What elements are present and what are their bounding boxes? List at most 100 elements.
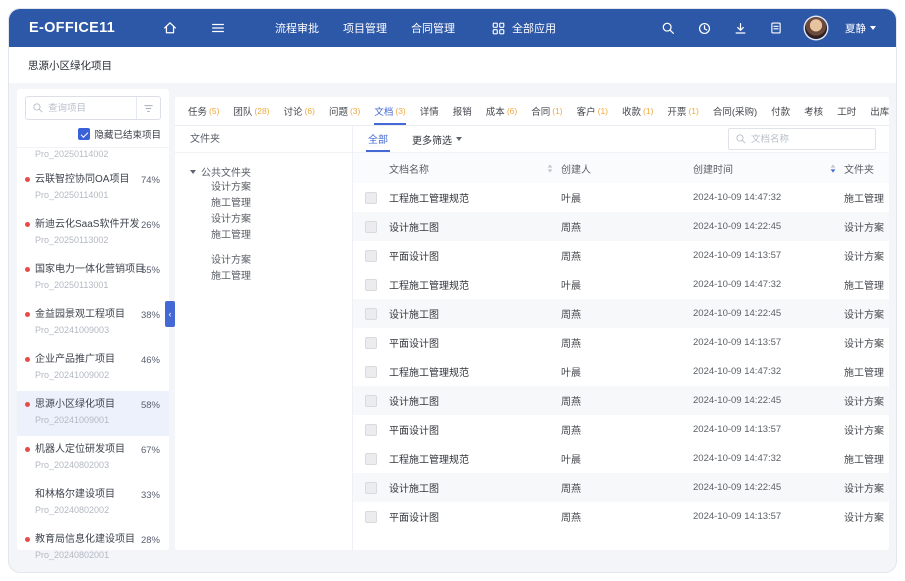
tab-合同(采购)[interactable]: 合同(采购) (713, 97, 757, 125)
sidebar-collapse-handle[interactable]: ‹ (165, 301, 175, 327)
tab-客户[interactable]: 客户(1) (577, 97, 608, 125)
doc-name-cell[interactable]: 设计施工图 (389, 393, 561, 408)
row-checkbox[interactable] (365, 482, 377, 494)
project-search-input[interactable] (48, 103, 126, 114)
tab-count: (1) (643, 106, 653, 116)
folder-cell: 设计方案 (844, 306, 889, 321)
table-row[interactable]: 工程施工管理规范叶晨2024-10-09 14:47:32施工管理 (353, 357, 889, 386)
project-list-item[interactable]: 机器人定位研发项目Pro_2024080200367% (17, 436, 169, 481)
project-list-item[interactable]: 和林格尔建设项目Pro_2024080200233% (17, 481, 169, 526)
row-checkbox[interactable] (365, 424, 377, 436)
menu-item-projects[interactable]: 项目管理 (343, 20, 387, 36)
tree-node-施工管理[interactable]: 施工管理 (211, 228, 352, 244)
table-row[interactable]: 工程施工管理规范叶晨2024-10-09 14:47:32施工管理 (353, 444, 889, 473)
sort-icon-doc-name[interactable] (547, 164, 553, 173)
project-list-item[interactable]: 金益园景观工程项目Pro_2024100900338% (17, 301, 169, 346)
row-checkbox[interactable] (365, 192, 377, 204)
tab-出库明细[interactable]: 出库明细 (870, 97, 889, 125)
doc-name-cell[interactable]: 平面设计图 (389, 335, 561, 350)
search-icon[interactable] (659, 19, 677, 37)
tab-收款[interactable]: 收款(1) (622, 97, 653, 125)
table-row[interactable]: 设计施工图周燕2024-10-09 14:22:45设计方案 (353, 473, 889, 502)
doc-name-cell[interactable]: 工程施工管理规范 (389, 190, 561, 205)
table-row[interactable]: 设计施工图周燕2024-10-09 14:22:45设计方案 (353, 299, 889, 328)
doc-name-cell[interactable]: 平面设计图 (389, 248, 561, 263)
apps-grid-icon (489, 19, 507, 37)
tab-工时[interactable]: 工时 (837, 97, 856, 125)
table-row[interactable]: 平面设计图周燕2024-10-09 14:13:57设计方案 (353, 241, 889, 270)
row-checkbox[interactable] (365, 337, 377, 349)
table-row[interactable]: 工程施工管理规范叶晨2024-10-09 14:47:32施工管理 (353, 270, 889, 299)
tab-成本[interactable]: 成本(6) (486, 97, 517, 125)
project-list-item[interactable]: 思源小区绿化项目Pro_2024100900158% (17, 391, 169, 436)
row-checkbox[interactable] (365, 511, 377, 523)
tab-任务[interactable]: 任务(5) (188, 97, 219, 125)
tab-合同[interactable]: 合同(1) (531, 97, 562, 125)
project-filter-icon[interactable] (136, 97, 160, 119)
row-checkbox[interactable] (365, 395, 377, 407)
row-checkbox[interactable] (365, 221, 377, 233)
doc-name-cell[interactable]: 平面设计图 (389, 509, 561, 524)
tree-node-public-folder[interactable]: 公共文件夹 (190, 163, 352, 180)
all-apps-button[interactable]: 全部应用 (489, 19, 556, 37)
tab-文档[interactable]: 文档(3) (374, 97, 405, 125)
project-list-item[interactable]: 新迪云化SaaS软件开发Pro_2025011300226% (17, 211, 169, 256)
document-icon[interactable] (767, 19, 785, 37)
project-list-item[interactable]: 教育局信息化建设项目Pro_2024080200128% (17, 526, 169, 571)
sort-icon-created-time[interactable] (830, 164, 836, 173)
menu-hamburger-icon[interactable] (209, 19, 227, 37)
doc-name-cell[interactable]: 工程施工管理规范 (389, 364, 561, 379)
doc-name-cell[interactable]: 设计施工图 (389, 219, 561, 234)
more-filters-dropdown[interactable]: 更多筛选 (412, 132, 462, 147)
documents-pane: 全部 更多筛选 (353, 126, 889, 550)
doc-name-cell[interactable]: 工程施工管理规范 (389, 277, 561, 292)
project-list-item[interactable]: 国家电力一体化营销项目Pro_2025011300155% (17, 256, 169, 301)
tree-node-施工管理[interactable]: 施工管理 (211, 269, 352, 285)
tab-问题[interactable]: 问题(3) (329, 97, 360, 125)
project-list-item[interactable]: 智慧科技OA建设项目Pro_2024080100199% (17, 571, 169, 573)
user-avatar[interactable] (805, 17, 827, 39)
tab-讨论[interactable]: 讨论(6) (284, 97, 315, 125)
tab-报销[interactable]: 报销 (453, 97, 472, 125)
project-name: 新迪云化SaaS软件开发 (35, 218, 135, 231)
table-row[interactable]: 平面设计图周燕2024-10-09 14:13:57设计方案 (353, 502, 889, 531)
row-checkbox[interactable] (365, 308, 377, 320)
tab-开票[interactable]: 开票(1) (667, 97, 698, 125)
tree-node-施工管理[interactable]: 施工管理 (211, 196, 352, 212)
doc-name-cell[interactable]: 平面设计图 (389, 422, 561, 437)
row-checkbox[interactable] (365, 453, 377, 465)
project-partial-code[interactable]: Pro_20250114002 (17, 148, 169, 166)
doc-name-cell[interactable]: 工程施工管理规范 (389, 451, 561, 466)
doc-name-cell[interactable]: 设计施工图 (389, 306, 561, 321)
table-row[interactable]: 工程施工管理规范叶晨2024-10-09 14:47:32施工管理 (353, 183, 889, 212)
tab-团队[interactable]: 团队(28) (233, 97, 269, 125)
table-row[interactable]: 平面设计图周燕2024-10-09 14:13:57设计方案 (353, 328, 889, 357)
document-search-box (728, 128, 876, 150)
hide-finished-checkbox[interactable] (78, 128, 90, 140)
table-row[interactable]: 设计施工图周燕2024-10-09 14:22:45设计方案 (353, 212, 889, 241)
clock-icon[interactable] (695, 19, 713, 37)
tab-付款[interactable]: 付款 (771, 97, 790, 125)
project-progress: 46% (141, 355, 160, 366)
project-list-item[interactable]: 云联智控协同OA项目Pro_2025011400174% (17, 166, 169, 211)
menu-item-workflow[interactable]: 流程审批 (275, 20, 319, 36)
row-checkbox[interactable] (365, 279, 377, 291)
doc-name-cell[interactable]: 设计施工图 (389, 480, 561, 495)
folder-cell: 设计方案 (844, 393, 889, 408)
download-icon[interactable] (731, 19, 749, 37)
tab-详情[interactable]: 详情 (420, 97, 439, 125)
menu-item-contracts[interactable]: 合同管理 (411, 20, 455, 36)
table-row[interactable]: 平面设计图周燕2024-10-09 14:13:57设计方案 (353, 415, 889, 444)
row-checkbox[interactable] (365, 366, 377, 378)
tree-node-设计方案[interactable]: 设计方案 (211, 253, 352, 269)
home-icon[interactable] (161, 19, 179, 37)
table-row[interactable]: 设计施工图周燕2024-10-09 14:22:45设计方案 (353, 386, 889, 415)
filter-all-tab[interactable]: 全部 (366, 126, 390, 152)
tree-node-设计方案[interactable]: 设计方案 (211, 180, 352, 196)
project-list-item[interactable]: 企业产品推广项目Pro_2024100900246% (17, 346, 169, 391)
tab-考核[interactable]: 考核 (804, 97, 823, 125)
tree-node-设计方案[interactable]: 设计方案 (211, 212, 352, 228)
row-checkbox[interactable] (365, 250, 377, 262)
user-menu[interactable]: 夏静 (845, 21, 876, 36)
document-search-input[interactable] (751, 134, 875, 145)
